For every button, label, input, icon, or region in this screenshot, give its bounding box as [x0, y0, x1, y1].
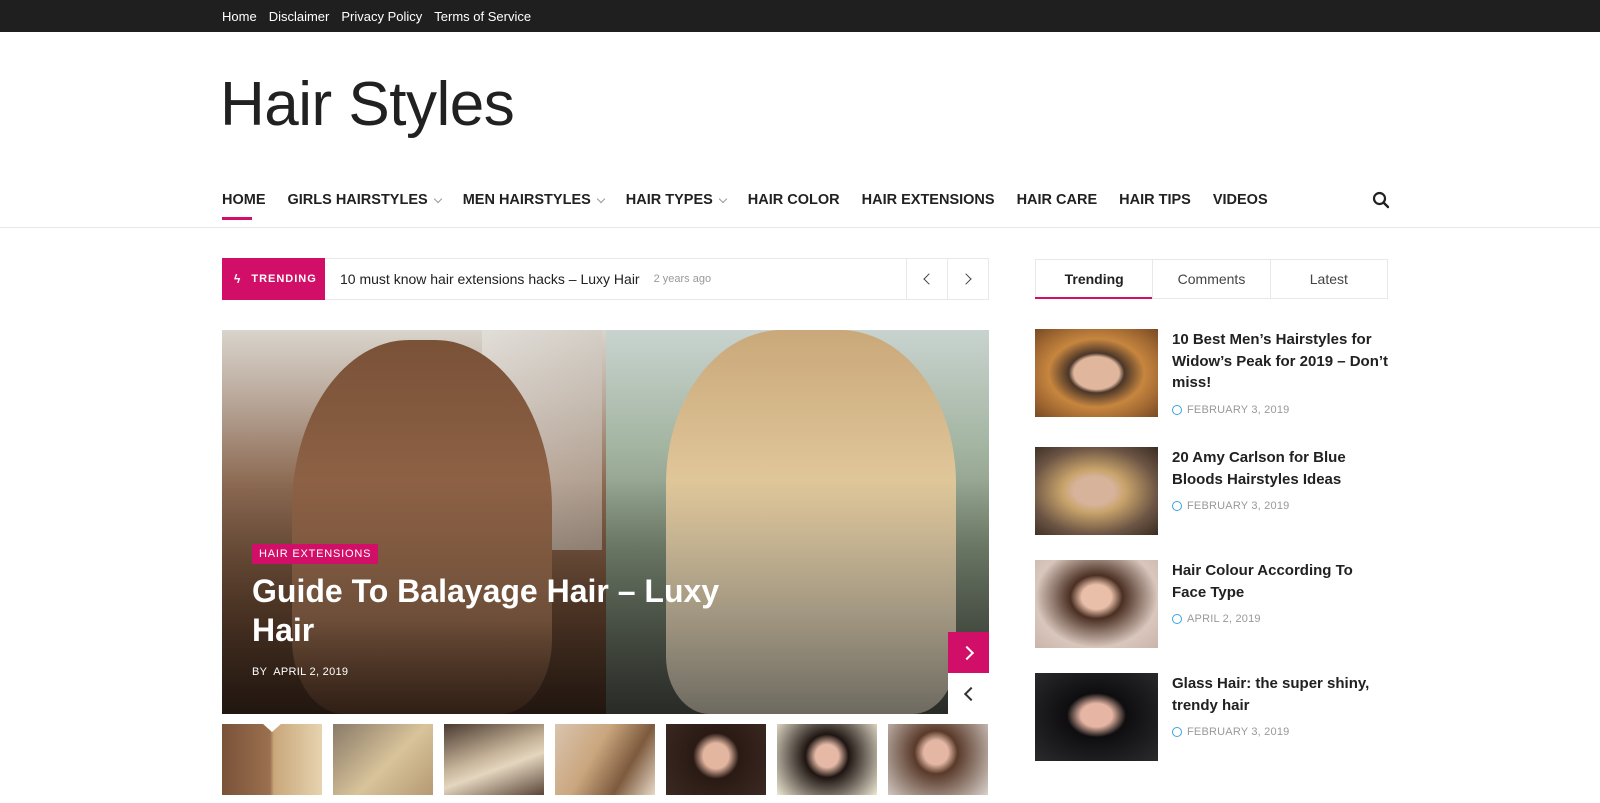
hero-meta: BY APRIL 2, 2019	[252, 666, 348, 678]
sidebar-tabs: Trending Comments Latest	[1034, 259, 1388, 299]
post-date: FEBRUARY 3, 2019	[1172, 726, 1289, 738]
trending-badge-label: TRENDING	[251, 273, 317, 285]
clock-icon	[1172, 727, 1182, 737]
nav-item-label: HAIR TYPES	[625, 192, 713, 208]
chevron-right-icon	[960, 273, 972, 285]
sidebar-post: 20 Amy Carlson for Blue Bloods Hairstyle…	[1035, 447, 1388, 535]
nav-item-label: VIDEOS	[1212, 192, 1268, 208]
top-link-disclaimer[interactable]: Disclaimer	[269, 9, 330, 24]
nav-item-hair-color[interactable]: HAIR COLOR	[748, 180, 840, 220]
hero-byline: BY	[252, 666, 268, 678]
post-date: APRIL 2, 2019	[1172, 613, 1261, 625]
nav-item-hair-care[interactable]: HAIR CARE	[1017, 180, 1098, 220]
post-date: FEBRUARY 3, 2019	[1172, 404, 1289, 416]
chevron-down-icon	[596, 194, 606, 203]
chevron-down-icon	[433, 194, 442, 203]
post-thumbnail[interactable]	[1035, 447, 1158, 535]
post-date: FEBRUARY 3, 2019	[1172, 500, 1289, 512]
post-date-text: FEBRUARY 3, 2019	[1187, 500, 1290, 512]
chevron-right-icon	[959, 645, 974, 660]
trending-time-ago: 2 years ago	[653, 273, 712, 285]
slider-thumbnail[interactable]	[666, 724, 766, 795]
tab-trending[interactable]: Trending	[1034, 260, 1154, 299]
post-title[interactable]: Glass Hair: the super shiny, trendy hair	[1172, 673, 1390, 716]
trending-prev-button[interactable]	[906, 258, 948, 300]
trending-headline-text[interactable]: 10 must know hair extensions hacks – Lux…	[340, 271, 640, 287]
slider-next-button[interactable]	[948, 632, 989, 673]
bolt-icon: ϟ	[234, 272, 242, 286]
slider-prev-button[interactable]	[948, 673, 989, 714]
nav-item-label: MEN HAIRSTYLES	[462, 192, 591, 208]
nav-item-label: HAIR CARE	[1016, 192, 1098, 208]
slider-thumbnail[interactable]	[777, 724, 877, 795]
sidebar-post: Glass Hair: the super shiny, trendy hair…	[1035, 673, 1388, 761]
top-links: Home Disclaimer Privacy Policy Terms of …	[222, 0, 543, 32]
nav-item-home[interactable]: HOME	[222, 180, 266, 220]
hero-slide[interactable]: HAIR EXTENSIONS Guide To Balayage Hair –…	[222, 330, 989, 714]
nav-item-label: HOME	[222, 192, 266, 208]
nav-item-hair-extensions[interactable]: HAIR EXTENSIONS	[862, 180, 995, 220]
nav-item-label: HAIR TIPS	[1119, 192, 1191, 208]
hero-title[interactable]: Guide To Balayage Hair – Luxy Hair	[252, 572, 732, 650]
top-bar: Home Disclaimer Privacy Policy Terms of …	[0, 0, 1600, 32]
nav-item-label: HAIR EXTENSIONS	[861, 192, 995, 208]
slider-thumbnail[interactable]	[222, 723, 322, 795]
hero-category-badge[interactable]: HAIR EXTENSIONS	[252, 544, 379, 564]
chevron-left-icon	[963, 686, 978, 701]
post-thumbnail[interactable]	[1035, 560, 1158, 648]
top-link-home[interactable]: Home	[222, 9, 257, 24]
post-title[interactable]: 20 Amy Carlson for Blue Bloods Hairstyle…	[1172, 447, 1390, 490]
slider-thumbnail[interactable]	[333, 724, 433, 795]
nav-item-label: HAIR COLOR	[747, 192, 840, 208]
tab-comments[interactable]: Comments	[1153, 260, 1271, 298]
post-date-text: APRIL 2, 2019	[1187, 613, 1261, 625]
slider-thumbnail[interactable]	[555, 724, 655, 795]
chevron-left-icon	[923, 273, 935, 285]
clock-icon	[1172, 614, 1182, 624]
sidebar-post: Hair Colour According To Face Type APRIL…	[1035, 560, 1388, 648]
trending-ticker: ϟ TRENDING 10 must know hair extensions …	[222, 258, 989, 300]
trending-headline[interactable]: 10 must know hair extensions hacks – Lux…	[340, 259, 711, 299]
chevron-down-icon	[718, 194, 728, 203]
search-icon[interactable]	[1372, 191, 1390, 209]
post-date-text: FEBRUARY 3, 2019	[1187, 726, 1290, 738]
nav-item-videos[interactable]: VIDEOS	[1213, 180, 1268, 220]
site-logo[interactable]: Hair Styles	[220, 70, 515, 140]
top-link-privacy-policy[interactable]: Privacy Policy	[341, 9, 422, 24]
nav-item-hair-types[interactable]: HAIR TYPES	[625, 180, 728, 220]
slider-thumbnail[interactable]	[444, 724, 544, 795]
post-date-text: FEBRUARY 3, 2019	[1187, 404, 1290, 416]
nav-item-men-hairstyles[interactable]: MEN HAIRSTYLES	[462, 180, 606, 220]
clock-icon	[1172, 405, 1182, 415]
nav-item-hair-tips[interactable]: HAIR TIPS	[1119, 180, 1191, 220]
nav-item-label: GIRLS HAIRSTYLES	[287, 192, 428, 208]
tab-latest[interactable]: Latest	[1271, 260, 1387, 298]
post-thumbnail[interactable]	[1035, 673, 1158, 761]
main-nav: HOME GIRLS HAIRSTYLES MEN HAIRSTYLES HAI…	[222, 180, 1390, 228]
post-thumbnail[interactable]	[1035, 329, 1158, 417]
slider-thumbnail[interactable]	[888, 724, 988, 795]
slider-thumbnails	[222, 723, 989, 795]
hero-date: APRIL 2, 2019	[273, 666, 349, 678]
post-title[interactable]: 10 Best Men’s Hairstyles for Widow’s Pea…	[1172, 329, 1390, 394]
nav-item-girls-hairstyles[interactable]: GIRLS HAIRSTYLES	[287, 180, 442, 220]
trending-badge: ϟ TRENDING	[222, 258, 325, 300]
sidebar-post: 10 Best Men’s Hairstyles for Widow’s Pea…	[1035, 329, 1388, 417]
nav-divider	[0, 227, 1600, 228]
top-link-terms-of-service[interactable]: Terms of Service	[434, 9, 531, 24]
clock-icon	[1172, 501, 1182, 511]
trending-next-button[interactable]	[947, 258, 989, 300]
post-title[interactable]: Hair Colour According To Face Type	[1172, 560, 1390, 603]
